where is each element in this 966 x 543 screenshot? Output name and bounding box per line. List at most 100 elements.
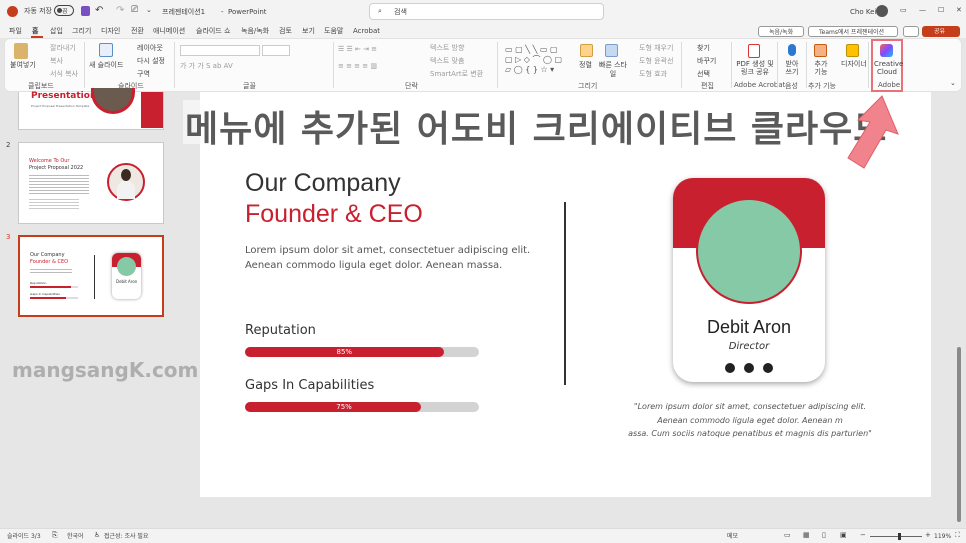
new-slide-button[interactable]: 새 슬라이드 <box>89 61 123 70</box>
tab-view[interactable]: 보기 <box>302 27 315 36</box>
redo-icon[interactable]: ↷ <box>116 6 124 16</box>
align-buttons[interactable]: ≡ ≡ ≡ ≡ ▥ <box>338 62 377 71</box>
section-button[interactable]: 구역 <box>137 70 150 79</box>
notes-button[interactable]: 메모 <box>727 532 738 541</box>
slide-canvas[interactable]: Our Company Founder & CEO Lorem ipsum do… <box>200 92 931 497</box>
tab-slideshow[interactable]: 슬라이드 쇼 <box>196 27 230 36</box>
maximize-icon[interactable]: ☐ <box>938 6 944 15</box>
tab-record[interactable]: 녹음/녹화 <box>241 27 269 36</box>
font-name-input[interactable] <box>180 45 260 56</box>
quote-line-1[interactable]: "Lorem ipsum dolor sit amet, consectetue… <box>610 402 890 411</box>
layout-button[interactable]: 레이아웃 <box>137 44 163 53</box>
font-size-input[interactable] <box>262 45 290 56</box>
text-direction-button[interactable]: 텍스트 방향 <box>430 44 464 53</box>
shapes-gallery[interactable]: ▭ ▢ ╲ ╲ ▭ ▢ ▢ ▷ ◇ ⌒ ◯ ▢ ▱ ◯ { } ☆ ▾ <box>505 45 569 75</box>
spellcheck-icon[interactable]: ⎘ <box>52 531 58 540</box>
copy-button[interactable]: 복사 <box>50 57 63 66</box>
close-icon[interactable]: ✕ <box>956 6 962 15</box>
tab-review[interactable]: 검토 <box>279 27 292 36</box>
tab-file[interactable]: 파일 <box>9 27 22 36</box>
designer-button[interactable]: 디자이너 <box>841 60 867 69</box>
minimize-icon[interactable]: — <box>919 6 926 15</box>
tab-animations[interactable]: 애니메이션 <box>153 27 185 36</box>
list-buttons[interactable]: ☰ ☰ ⇤ ⇥ ≡ <box>338 45 377 54</box>
tab-acrobat[interactable]: Acrobat <box>353 27 380 36</box>
microphone-icon[interactable] <box>788 44 796 56</box>
smartart-button[interactable]: SmartArt로 변환 <box>430 70 483 79</box>
customize-icon[interactable]: ⌄ <box>146 6 152 15</box>
avatar[interactable] <box>876 5 888 17</box>
zoom-in-icon[interactable]: + <box>925 531 931 540</box>
profile-name[interactable]: Debit Aron <box>673 317 825 338</box>
tab-home[interactable]: 홈 <box>32 27 38 36</box>
twitter-icon[interactable] <box>763 363 773 373</box>
comments-icon[interactable] <box>903 26 919 37</box>
accessibility-icon[interactable]: ♿ <box>94 531 100 540</box>
creative-cloud-icon[interactable] <box>880 44 893 57</box>
accessibility-status[interactable]: 접근성: 조사 필요 <box>104 532 148 541</box>
reset-button[interactable]: 다시 설정 <box>137 57 165 66</box>
quote-line-3[interactable]: assa. Cum sociis natoque penatibus et ma… <box>610 429 890 438</box>
teams-present-button[interactable]: Teams에서 프레젠테이션 <box>808 26 898 37</box>
align-text-button[interactable]: 텍스트 맞춤 <box>430 57 464 66</box>
facebook-icon[interactable] <box>725 363 735 373</box>
zoom-slider[interactable] <box>870 533 922 540</box>
slide-thumbnail-2[interactable]: Welcome To Our Project Proposal 2022 <box>18 142 164 224</box>
dictate-button[interactable]: 받아쓰기 <box>783 60 801 76</box>
slide-thumbnail-1[interactable]: Presentation Project Proposal Presentati… <box>18 88 164 130</box>
format-painter-button[interactable]: 서식 복사 <box>50 70 78 79</box>
fit-slide-icon[interactable]: ⛶ <box>955 531 960 540</box>
profile-card[interactable]: Debit Aron Director <box>673 178 825 382</box>
tab-help[interactable]: 도움말 <box>324 27 343 36</box>
slide-title-1[interactable]: Our Company <box>245 169 401 198</box>
new-slide-icon[interactable] <box>99 43 113 57</box>
undo-icon[interactable]: ↶ <box>95 6 103 16</box>
skill-label-reputation[interactable]: Reputation <box>245 323 316 338</box>
slide-thumbnail-3-selected[interactable]: Our Company Founder & CEO Reputation Gap… <box>18 235 164 317</box>
tab-draw[interactable]: 그리기 <box>72 27 91 36</box>
view-reading-icon[interactable]: ▯ <box>822 531 826 540</box>
slide-description-line-2[interactable]: Aenean commodo ligula eget dolor. Aenean… <box>245 260 502 271</box>
view-sorter-icon[interactable]: ▦ <box>803 531 810 540</box>
share-button[interactable]: 공유 <box>922 26 960 37</box>
shape-outline-button[interactable]: 도형 윤곽선 <box>639 57 673 66</box>
font-format-buttons[interactable]: 가 가 가 S ab AV <box>180 62 233 71</box>
user-name[interactable]: Cho Kei <box>850 8 876 17</box>
addins-button[interactable]: 추가 기능 <box>812 60 830 76</box>
find-button[interactable]: 찾기 <box>697 44 710 53</box>
skill-label-gaps[interactable]: Gaps In Capabilities <box>245 378 374 393</box>
quote-line-2[interactable]: Aenean commodo ligula eget dolor. Aenean… <box>610 416 890 425</box>
select-button[interactable]: 선택 <box>697 70 710 79</box>
instagram-icon[interactable] <box>744 363 754 373</box>
tab-design[interactable]: 디자인 <box>101 27 120 36</box>
vertical-scrollbar[interactable] <box>955 92 963 528</box>
shape-effects-button[interactable]: 도형 효과 <box>639 70 667 79</box>
pdf-icon[interactable] <box>748 44 760 58</box>
addins-icon[interactable] <box>814 44 827 57</box>
save-icon[interactable] <box>81 6 90 16</box>
creative-cloud-button[interactable]: Creative Cloud <box>874 60 903 76</box>
tab-transitions[interactable]: 전환 <box>131 27 144 36</box>
zoom-out-icon[interactable]: − <box>860 531 866 540</box>
cut-button[interactable]: 잘라내기 <box>50 44 76 53</box>
shape-fill-button[interactable]: 도형 채우기 <box>639 44 673 53</box>
ribbon-collapse-icon[interactable]: ⌄ <box>950 79 956 88</box>
arrange-icon[interactable] <box>580 44 593 57</box>
view-slideshow-icon[interactable]: ▣ <box>840 531 847 540</box>
zoom-level[interactable]: 119% <box>934 532 951 541</box>
paste-icon[interactable] <box>14 43 28 59</box>
record-button[interactable]: 녹음/녹화 <box>758 26 804 37</box>
arrange-button[interactable]: 정렬 <box>579 61 592 70</box>
ribbon-display-icon[interactable]: ▭ <box>900 6 907 15</box>
zoom-slider-thumb[interactable] <box>898 533 901 540</box>
paste-button[interactable]: 붙여넣기 <box>10 61 36 70</box>
create-pdf-button[interactable]: PDF 생성 및 링크 공유 <box>736 60 774 76</box>
quick-styles-icon[interactable] <box>605 44 618 57</box>
search-box[interactable]: ⌕ 검색 <box>369 3 604 20</box>
tab-insert[interactable]: 삽입 <box>50 27 63 36</box>
start-icon[interactable]: ⎚ <box>131 6 138 15</box>
language[interactable]: 한국어 <box>67 532 84 541</box>
view-normal-icon[interactable]: ▭ <box>784 531 791 540</box>
replace-button[interactable]: 바꾸기 <box>697 57 716 66</box>
designer-icon[interactable] <box>846 44 859 57</box>
